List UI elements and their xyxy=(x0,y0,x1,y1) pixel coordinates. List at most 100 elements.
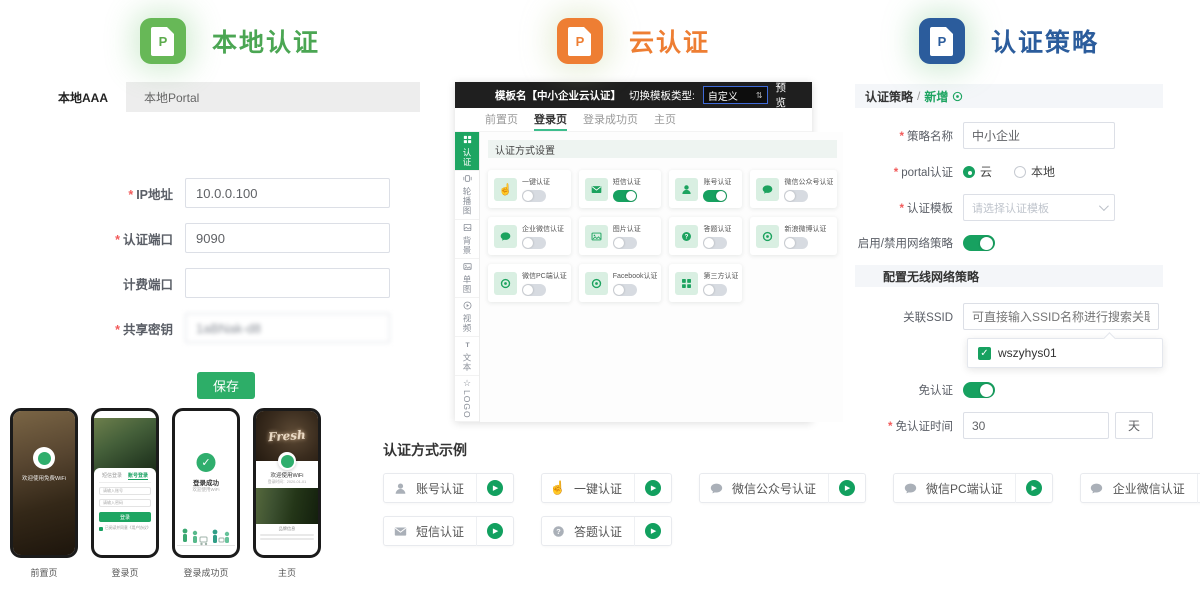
auth-card-新浪微博认证: 新浪微博认证 xyxy=(750,217,837,255)
sidebar-item-单图[interactable]: 单图 xyxy=(455,259,479,298)
policy-form: *策略名称 *portal认证 云 本地 *认证模板 请选择认证模板 启用/禁用… xyxy=(855,108,1163,439)
page-tab-登录成功页[interactable]: 登录成功页 xyxy=(583,108,638,131)
toggle-微信公众号认证[interactable] xyxy=(784,190,808,202)
tab-本地Portal[interactable]: 本地Portal xyxy=(126,82,217,112)
sidebar-item-视频[interactable]: 视频 xyxy=(455,298,479,337)
example-button-短信认证[interactable]: 短信认证▶ xyxy=(383,516,514,546)
radio-cloud[interactable]: 云 xyxy=(963,163,992,180)
chevron-down-icon xyxy=(1099,201,1109,211)
toggle-企业微信认证[interactable] xyxy=(522,237,546,249)
account-login-tab[interactable]: 账号登录 xyxy=(128,472,148,480)
toggle-图片认证[interactable] xyxy=(613,237,637,249)
ssid-option[interactable]: wszyhys01 xyxy=(998,346,1057,360)
bubble-icon xyxy=(894,482,926,495)
shelf-photo xyxy=(94,418,156,474)
enable-policy-toggle[interactable] xyxy=(963,235,995,251)
example-button-账号认证[interactable]: 账号认证▶ xyxy=(383,473,514,503)
portal-doc-icon: P xyxy=(140,18,186,64)
sidebar-item-轮播图[interactable]: 轮播图 xyxy=(455,171,479,220)
play-icon[interactable]: ▶ xyxy=(645,480,661,496)
envelope-icon xyxy=(585,178,608,201)
ssid-search-input[interactable] xyxy=(963,303,1159,330)
example-button-答题认证[interactable]: ?答题认证▶ xyxy=(541,516,672,546)
play-icon[interactable]: ▶ xyxy=(487,523,503,539)
auth-free-toggle[interactable] xyxy=(963,382,995,398)
form-row-ip: *IP地址 xyxy=(40,178,420,208)
toggle-Facebook认证[interactable] xyxy=(613,284,637,296)
auth-methods-section-title: 认证方式设置 xyxy=(488,140,837,158)
checkbox-checked-icon[interactable]: ✓ xyxy=(978,347,991,360)
play-icon[interactable]: ▶ xyxy=(645,523,661,539)
toggle-一键认证[interactable] xyxy=(522,190,546,202)
brand-logo-icon xyxy=(33,447,55,469)
star-icon: ☆ xyxy=(463,379,471,388)
radio-local[interactable]: 本地 xyxy=(1014,163,1055,180)
page-tab-主页[interactable]: 主页 xyxy=(654,108,676,131)
auth-policy-panel: P 认证策略 认证策略 / 新增 *策略名称 *portal认证 云 本地 *认… xyxy=(855,10,1163,453)
sidebar-item-认证[interactable]: 认证 xyxy=(455,132,479,171)
preview-button[interactable]: 预览 xyxy=(776,80,796,110)
phone-label: 前置页 xyxy=(30,566,57,579)
play-icon[interactable]: ▶ xyxy=(487,480,503,496)
editor-sidebar: 认证轮播图背景单图视频T文本☆LOGO xyxy=(455,132,480,422)
bubble-icon xyxy=(700,482,732,495)
svg-text:?: ? xyxy=(556,526,561,535)
brand-logo-icon xyxy=(278,452,296,470)
sidebar-item-文本[interactable]: T文本 xyxy=(455,337,479,376)
example-button-微信公众号认证[interactable]: 微信公众号认证▶ xyxy=(699,473,866,503)
shared-key-input[interactable] xyxy=(185,313,390,343)
auth-card-账号认证: 账号认证 xyxy=(669,170,742,208)
toggle-第三方认证[interactable] xyxy=(703,284,727,296)
local-auth-header: P 本地认证 xyxy=(40,10,420,72)
play-icon[interactable]: ▶ xyxy=(1026,480,1042,496)
image-icon xyxy=(463,262,472,273)
sms-login-tab[interactable]: 短信登录 xyxy=(102,472,122,480)
row-auth-free: 免认证 xyxy=(855,382,1163,398)
ip-address-input[interactable] xyxy=(185,178,390,208)
toggle-短信认证[interactable] xyxy=(613,190,637,202)
auth-free-time-input[interactable] xyxy=(963,412,1109,439)
example-button-企业微信认证[interactable]: 企业微信认证▶ xyxy=(1080,473,1200,503)
sidebar-item-背景[interactable]: 背景 xyxy=(455,220,479,259)
row-auth-free-time: *免认证时间 天 xyxy=(855,412,1163,439)
play-icon[interactable]: ▶ xyxy=(839,480,855,496)
wireless-policy-section-title: 配置无线网络策略 xyxy=(855,265,1163,287)
portal-doc-icon: P xyxy=(557,18,603,64)
editor-content: 认证方式设置 ☝一键认证短信认证账号认证微信公众号认证企业微信认证图片认证?答题… xyxy=(480,132,843,422)
row-portal-auth: *portal认证 云 本地 xyxy=(855,163,1163,180)
svg-text:?: ? xyxy=(685,233,689,240)
page-tab-前置页[interactable]: 前置页 xyxy=(485,108,518,131)
toggle-账号认证[interactable] xyxy=(703,190,727,202)
login-panel: 短信登录 账号登录 请输入账号 请输入密码 登录 已阅读并同意《用户协议》 xyxy=(94,468,156,535)
ring-icon xyxy=(756,225,779,248)
toggle-新浪微博认证[interactable] xyxy=(784,237,808,249)
template-type-select[interactable]: 自定义⇅ xyxy=(703,86,768,104)
example-button-一键认证[interactable]: ☝一键认证▶ xyxy=(541,473,672,503)
auth-template-select[interactable]: 请选择认证模板 xyxy=(963,194,1115,221)
accounting-port-input[interactable] xyxy=(185,268,390,298)
auth-port-input[interactable] xyxy=(185,223,390,253)
save-button[interactable]: 保存 xyxy=(197,372,255,399)
account-field[interactable]: 请输入账号 xyxy=(99,487,151,495)
sidebar-item-LOGO[interactable]: ☆LOGO xyxy=(455,376,479,423)
agree-checkbox-icon[interactable] xyxy=(99,527,103,531)
tab-本地AAA[interactable]: 本地AAA xyxy=(40,82,126,112)
auth-card-一键认证: ☝一键认证 xyxy=(488,170,571,208)
toggle-微信PC端认证[interactable] xyxy=(522,284,546,296)
agree-text: 已阅读并同意《用户协议》 xyxy=(105,526,151,531)
grid4-icon xyxy=(675,272,698,295)
policy-name-label: 策略名称 xyxy=(907,131,953,143)
phone-home-page: Fresh 欢迎使用WiFi 登录时间：2020-01-01 品牌信息 主页 xyxy=(253,408,321,579)
welcome-text: 欢迎使用WiFi xyxy=(256,471,318,479)
row-enable-policy: 启用/禁用网络策略 xyxy=(855,235,1163,251)
shared-key-label: 共享密钥 xyxy=(123,323,173,337)
person-icon xyxy=(675,178,698,201)
password-field[interactable]: 请输入密码 xyxy=(99,499,151,507)
breadcrumb-root[interactable]: 认证策略 xyxy=(865,88,913,105)
login-button[interactable]: 登录 xyxy=(99,512,151,522)
policy-name-input[interactable] xyxy=(963,122,1115,149)
example-button-微信PC端认证[interactable]: 微信PC端认证▶ xyxy=(893,473,1053,503)
ssid-dropdown[interactable]: ✓ wszyhys01 xyxy=(967,338,1163,368)
toggle-答题认证[interactable] xyxy=(703,237,727,249)
page-tab-登录页[interactable]: 登录页 xyxy=(534,108,567,131)
